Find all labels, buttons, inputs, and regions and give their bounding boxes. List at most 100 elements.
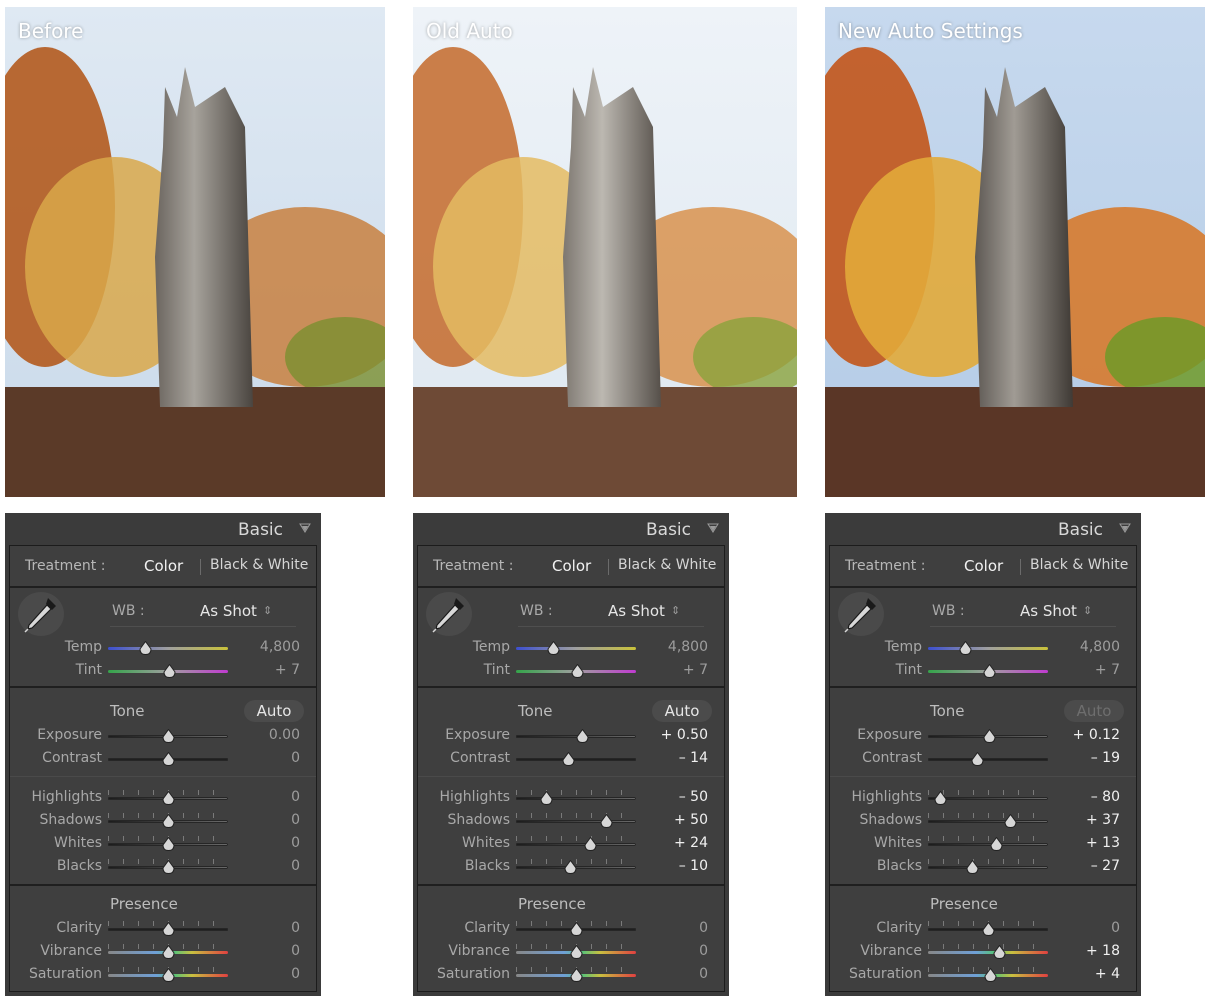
treatment-color-button[interactable]: Color: [964, 557, 1003, 575]
slider-track[interactable]: [928, 758, 1048, 761]
slider-track[interactable]: [928, 951, 1048, 954]
slider-track[interactable]: [928, 866, 1048, 869]
slider-value[interactable]: + 0.12: [1073, 727, 1120, 743]
slider-value[interactable]: + 7: [275, 662, 300, 678]
wb-select[interactable]: As Shot: [1020, 602, 1077, 620]
slider-thumb[interactable]: [162, 860, 175, 874]
slider-value[interactable]: 0: [291, 812, 300, 828]
slider-value[interactable]: 4,800: [260, 639, 300, 655]
wb-select-arrows-icon[interactable]: ⇕: [671, 604, 680, 617]
slider-thumb[interactable]: [162, 945, 175, 959]
slider-track[interactable]: [516, 797, 636, 800]
slider-value[interactable]: – 10: [679, 858, 708, 874]
slider-value[interactable]: 0: [291, 920, 300, 936]
slider-track[interactable]: [108, 647, 228, 650]
slider-thumb[interactable]: [163, 664, 176, 678]
slider-value[interactable]: 0: [699, 920, 708, 936]
slider-value[interactable]: – 14: [679, 750, 708, 766]
eyedropper-icon[interactable]: [18, 592, 64, 636]
slider-value[interactable]: 0: [291, 858, 300, 874]
auto-tone-button[interactable]: Auto: [244, 700, 304, 722]
panel-header[interactable]: Basic: [413, 513, 729, 545]
slider-value[interactable]: 0: [291, 835, 300, 851]
slider-thumb[interactable]: [959, 641, 972, 655]
slider-value[interactable]: + 7: [683, 662, 708, 678]
slider-thumb[interactable]: [571, 664, 584, 678]
slider-thumb[interactable]: [934, 791, 947, 805]
slider-value[interactable]: 0.00: [269, 727, 300, 743]
slider-track[interactable]: [928, 647, 1048, 650]
slider-track[interactable]: [928, 843, 1048, 846]
auto-tone-button[interactable]: Auto: [652, 700, 712, 722]
slider-value[interactable]: 0: [291, 789, 300, 805]
wb-select-arrows-icon[interactable]: ⇕: [1083, 604, 1092, 617]
slider-thumb[interactable]: [162, 922, 175, 936]
slider-value[interactable]: 0: [1111, 920, 1120, 936]
slider-thumb[interactable]: [1004, 814, 1017, 828]
slider-thumb[interactable]: [600, 814, 613, 828]
slider-value[interactable]: + 13: [1086, 835, 1120, 851]
slider-thumb[interactable]: [570, 968, 583, 982]
slider-track[interactable]: [516, 647, 636, 650]
wb-select[interactable]: As Shot: [200, 602, 257, 620]
slider-thumb[interactable]: [983, 664, 996, 678]
auto-tone-button[interactable]: Auto: [1064, 700, 1124, 722]
slider-value[interactable]: – 27: [1091, 858, 1120, 874]
slider-thumb[interactable]: [971, 752, 984, 766]
collapse-triangle-icon[interactable]: [707, 522, 719, 534]
slider-thumb[interactable]: [139, 641, 152, 655]
slider-value[interactable]: – 80: [1091, 789, 1120, 805]
treatment-bw-button[interactable]: Black & White: [1030, 557, 1128, 573]
treatment-bw-button[interactable]: Black & White: [618, 557, 716, 573]
slider-thumb[interactable]: [982, 922, 995, 936]
slider-thumb[interactable]: [162, 752, 175, 766]
eyedropper-icon[interactable]: [426, 592, 472, 636]
collapse-triangle-icon[interactable]: [1119, 522, 1131, 534]
slider-value[interactable]: 4,800: [1080, 639, 1120, 655]
slider-value[interactable]: 0: [699, 943, 708, 959]
treatment-color-button[interactable]: Color: [552, 557, 591, 575]
slider-value[interactable]: 0: [291, 750, 300, 766]
slider-track[interactable]: [516, 758, 636, 761]
slider-value[interactable]: + 7: [1095, 662, 1120, 678]
slider-value[interactable]: + 37: [1086, 812, 1120, 828]
slider-track[interactable]: [928, 820, 1048, 823]
slider-value[interactable]: – 50: [679, 789, 708, 805]
slider-thumb[interactable]: [993, 945, 1006, 959]
slider-thumb[interactable]: [584, 837, 597, 851]
slider-value[interactable]: + 24: [674, 835, 708, 851]
collapse-triangle-icon[interactable]: [299, 522, 311, 534]
panel-header[interactable]: Basic: [825, 513, 1141, 545]
slider-value[interactable]: – 19: [1091, 750, 1120, 766]
wb-select[interactable]: As Shot: [608, 602, 665, 620]
slider-thumb[interactable]: [564, 860, 577, 874]
slider-value[interactable]: 0: [291, 966, 300, 982]
slider-track[interactable]: [516, 820, 636, 823]
slider-thumb[interactable]: [540, 791, 553, 805]
slider-track[interactable]: [516, 843, 636, 846]
slider-thumb[interactable]: [570, 922, 583, 936]
slider-value[interactable]: 0: [699, 966, 708, 982]
slider-thumb[interactable]: [162, 729, 175, 743]
slider-value[interactable]: 0: [291, 943, 300, 959]
slider-thumb[interactable]: [984, 968, 997, 982]
slider-thumb[interactable]: [162, 968, 175, 982]
slider-value[interactable]: 4,800: [668, 639, 708, 655]
treatment-bw-button[interactable]: Black & White: [210, 557, 308, 573]
slider-thumb[interactable]: [162, 814, 175, 828]
slider-thumb[interactable]: [162, 837, 175, 851]
slider-value[interactable]: + 4: [1095, 966, 1120, 982]
slider-thumb[interactable]: [983, 729, 996, 743]
slider-value[interactable]: + 50: [674, 812, 708, 828]
treatment-color-button[interactable]: Color: [144, 557, 183, 575]
eyedropper-icon[interactable]: [838, 592, 884, 636]
slider-thumb[interactable]: [547, 641, 560, 655]
slider-thumb[interactable]: [162, 791, 175, 805]
slider-thumb[interactable]: [966, 860, 979, 874]
slider-thumb[interactable]: [570, 945, 583, 959]
slider-value[interactable]: + 0.50: [661, 727, 708, 743]
slider-value[interactable]: + 18: [1086, 943, 1120, 959]
slider-thumb[interactable]: [562, 752, 575, 766]
slider-thumb[interactable]: [576, 729, 589, 743]
panel-header[interactable]: Basic: [5, 513, 321, 545]
